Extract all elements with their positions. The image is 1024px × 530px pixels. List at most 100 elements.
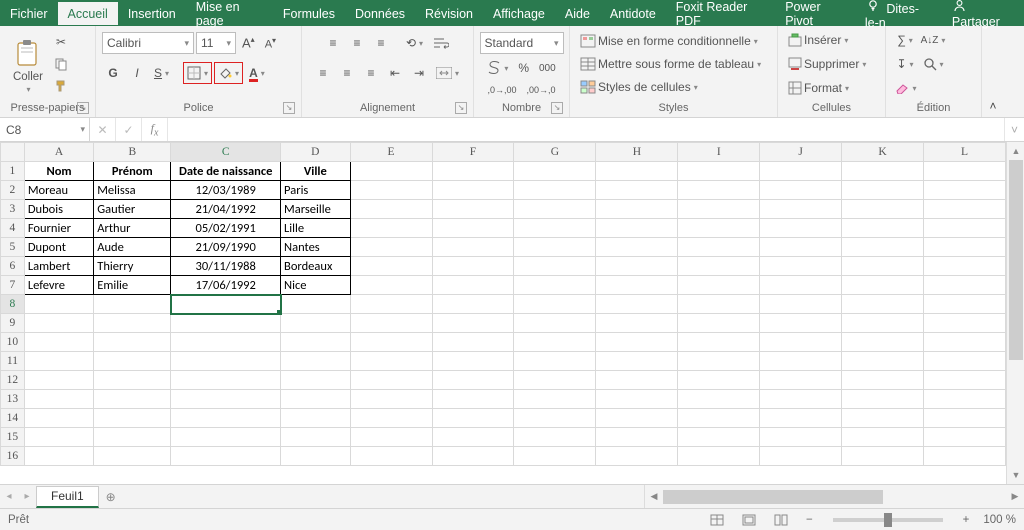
cell[interactable] bbox=[432, 162, 514, 181]
name-box[interactable]: C8▾ bbox=[0, 118, 90, 141]
cell[interactable] bbox=[171, 371, 281, 390]
page-break-view-button[interactable] bbox=[770, 511, 792, 529]
cell[interactable] bbox=[432, 219, 514, 238]
cell[interactable] bbox=[94, 371, 171, 390]
cell[interactable] bbox=[760, 371, 842, 390]
zoom-out-button[interactable]: − bbox=[802, 514, 817, 526]
cell[interactable] bbox=[432, 257, 514, 276]
conditional-formatting-button[interactable]: Mise en forme conditionnelle▾ bbox=[576, 30, 766, 52]
cell[interactable] bbox=[678, 162, 760, 181]
column-header[interactable]: A bbox=[24, 143, 93, 162]
cell[interactable] bbox=[171, 295, 281, 314]
zoom-slider[interactable] bbox=[833, 518, 943, 522]
cell[interactable] bbox=[596, 162, 678, 181]
decrease-font-button[interactable]: A▾ bbox=[261, 33, 280, 53]
sheet-tab-feuil1[interactable]: Feuil1 bbox=[36, 486, 99, 508]
cell[interactable] bbox=[514, 447, 596, 466]
row-header[interactable]: 2 bbox=[1, 181, 25, 200]
cell[interactable] bbox=[171, 352, 281, 371]
cell[interactable] bbox=[760, 181, 842, 200]
clear-button[interactable]: ▾ bbox=[892, 77, 918, 99]
cell[interactable] bbox=[281, 371, 351, 390]
cell[interactable]: Moreau bbox=[24, 181, 93, 200]
cell[interactable] bbox=[678, 219, 760, 238]
column-header[interactable]: G bbox=[514, 143, 596, 162]
cell[interactable] bbox=[760, 352, 842, 371]
cell[interactable]: Nantes bbox=[281, 238, 351, 257]
cell[interactable] bbox=[514, 181, 596, 200]
cell[interactable] bbox=[432, 295, 514, 314]
cell[interactable] bbox=[596, 428, 678, 447]
column-header[interactable]: I bbox=[678, 143, 760, 162]
paste-button[interactable]: Coller ▾ bbox=[6, 34, 50, 94]
cell[interactable] bbox=[350, 314, 432, 333]
cell[interactable] bbox=[281, 428, 351, 447]
cell[interactable] bbox=[842, 333, 924, 352]
scroll-right-button[interactable]: ▶ bbox=[1006, 491, 1024, 502]
cell[interactable] bbox=[678, 181, 760, 200]
cell[interactable]: Marseille bbox=[281, 200, 351, 219]
cell[interactable] bbox=[350, 276, 432, 295]
cell[interactable] bbox=[350, 352, 432, 371]
cell[interactable] bbox=[432, 314, 514, 333]
horizontal-scrollbar[interactable]: ◀ ▶ bbox=[644, 485, 1024, 508]
cell[interactable]: Nom bbox=[24, 162, 93, 181]
align-middle-button[interactable]: ≡ bbox=[346, 32, 368, 54]
scroll-up-button[interactable]: ▲ bbox=[1007, 142, 1024, 160]
cell[interactable] bbox=[432, 200, 514, 219]
dialog-launcher-icon[interactable]: ↘ bbox=[77, 102, 89, 114]
cell[interactable] bbox=[923, 238, 1005, 257]
cell[interactable] bbox=[94, 295, 171, 314]
column-header[interactable]: E bbox=[350, 143, 432, 162]
cell[interactable] bbox=[94, 409, 171, 428]
cell[interactable] bbox=[432, 181, 514, 200]
cell[interactable] bbox=[596, 447, 678, 466]
column-header[interactable]: D bbox=[281, 143, 351, 162]
cell[interactable]: Aude bbox=[94, 238, 171, 257]
row-header[interactable]: 8 bbox=[1, 295, 25, 314]
scroll-down-button[interactable]: ▼ bbox=[1007, 466, 1024, 484]
cell[interactable] bbox=[514, 409, 596, 428]
cell[interactable]: Date de naissance bbox=[171, 162, 281, 181]
align-center-button[interactable]: ≡ bbox=[336, 62, 358, 84]
cell[interactable] bbox=[923, 447, 1005, 466]
cell[interactable] bbox=[281, 333, 351, 352]
cell[interactable] bbox=[678, 371, 760, 390]
cell[interactable] bbox=[842, 314, 924, 333]
cell[interactable] bbox=[923, 276, 1005, 295]
cell[interactable] bbox=[514, 428, 596, 447]
row-header[interactable]: 6 bbox=[1, 257, 25, 276]
decrease-decimal-button[interactable]: ,00→,0 bbox=[523, 80, 560, 100]
cell[interactable] bbox=[432, 371, 514, 390]
dialog-launcher-icon[interactable]: ↘ bbox=[283, 102, 295, 114]
cell[interactable] bbox=[350, 200, 432, 219]
cell[interactable] bbox=[760, 200, 842, 219]
cell[interactable] bbox=[760, 390, 842, 409]
cell[interactable] bbox=[842, 200, 924, 219]
cell[interactable] bbox=[678, 257, 760, 276]
row-header[interactable]: 14 bbox=[1, 409, 25, 428]
cell[interactable] bbox=[24, 333, 93, 352]
cell[interactable] bbox=[350, 181, 432, 200]
cell[interactable] bbox=[842, 162, 924, 181]
cell[interactable] bbox=[171, 314, 281, 333]
fill-button[interactable]: ↧▾ bbox=[892, 53, 918, 75]
cell[interactable] bbox=[432, 276, 514, 295]
format-cells-button[interactable]: Format▾ bbox=[784, 77, 874, 99]
cell[interactable] bbox=[24, 295, 93, 314]
row-header[interactable]: 16 bbox=[1, 447, 25, 466]
cell[interactable]: 12/03/1989 bbox=[171, 181, 281, 200]
cell[interactable] bbox=[760, 333, 842, 352]
cell[interactable] bbox=[842, 219, 924, 238]
tab-nav-first[interactable]: ◂ bbox=[0, 485, 18, 508]
normal-view-button[interactable] bbox=[706, 511, 728, 529]
cell[interactable] bbox=[514, 276, 596, 295]
orientation-button[interactable]: ⟲▾ bbox=[402, 32, 427, 54]
cell[interactable] bbox=[596, 257, 678, 276]
decrease-indent-button[interactable]: ⇤ bbox=[384, 62, 406, 84]
cell[interactable] bbox=[842, 390, 924, 409]
number-format-select[interactable]: Standard▾ bbox=[480, 32, 564, 54]
menu-affichage[interactable]: Affichage bbox=[483, 2, 555, 25]
menu-insertion[interactable]: Insertion bbox=[118, 2, 186, 25]
cell[interactable]: Ville bbox=[281, 162, 351, 181]
